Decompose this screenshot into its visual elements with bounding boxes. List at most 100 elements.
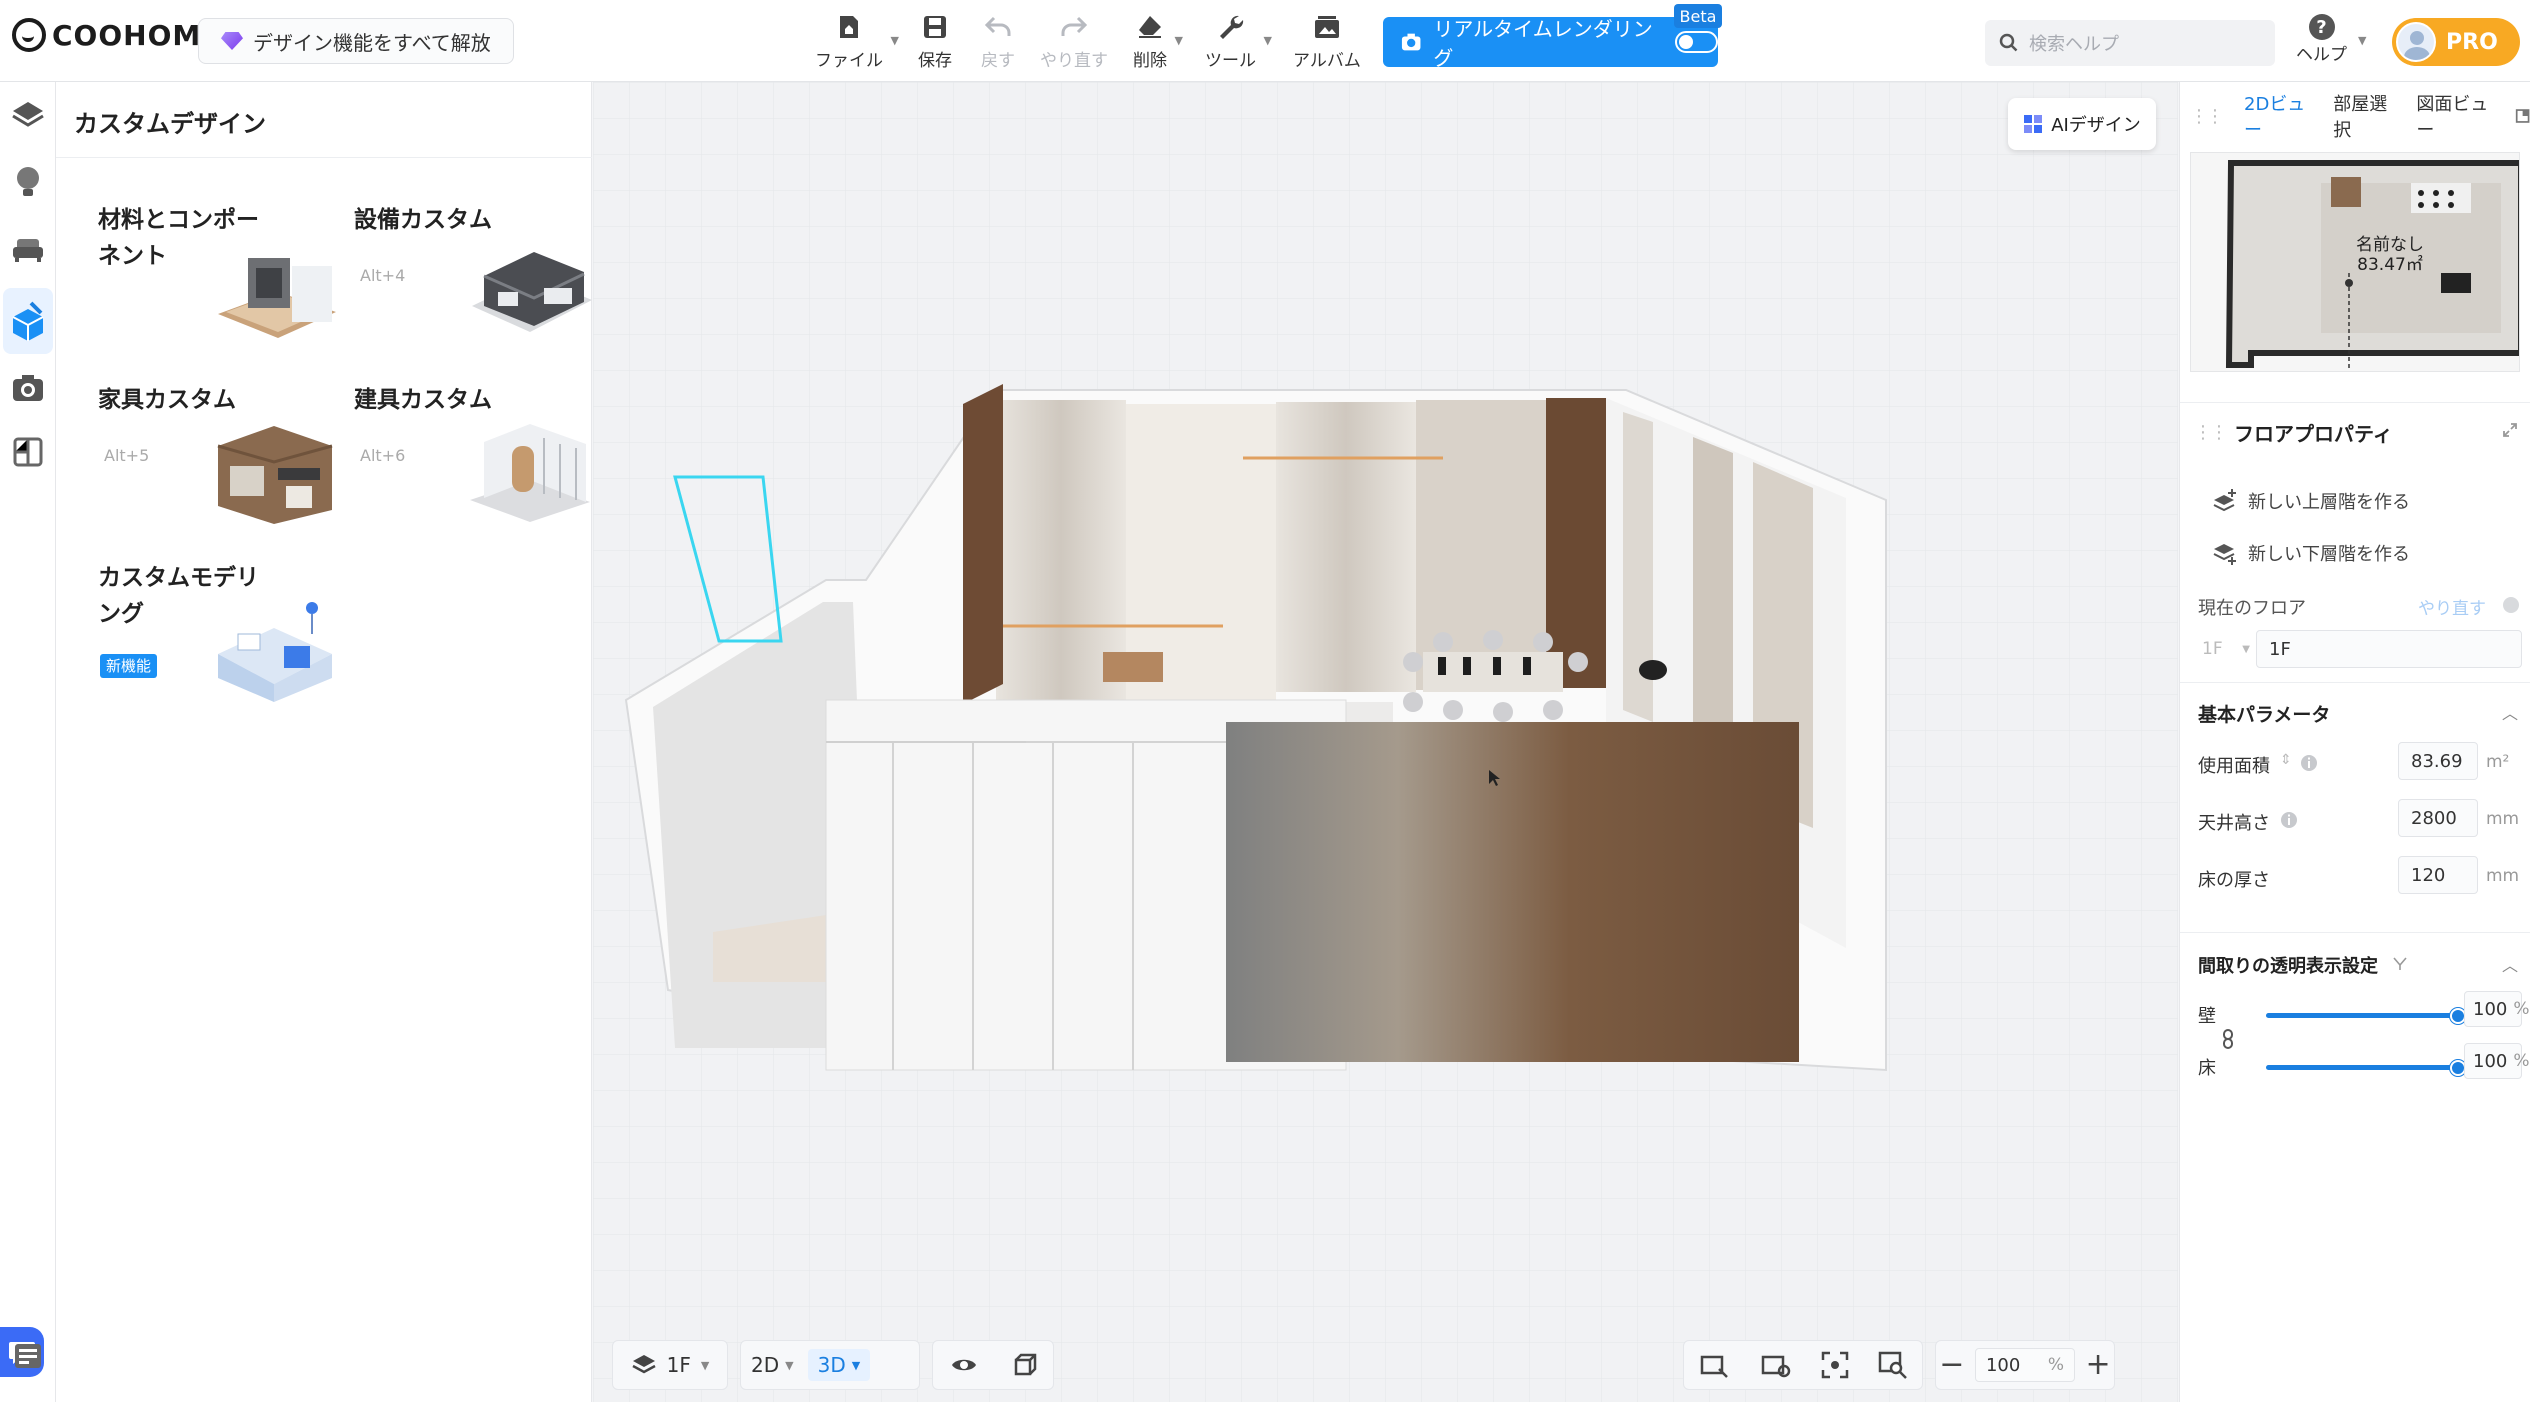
panel-list-icon [15, 1344, 41, 1368]
usable-area-input[interactable]: 83.69 [2398, 742, 2478, 780]
help-button[interactable]: ? ヘルプ [2296, 14, 2347, 65]
ai-design-label: AIデザイン [2051, 115, 2141, 136]
wall-transparency-input[interactable]: 100 % [2464, 991, 2530, 1027]
top-bar: COOHOM デザイン機能をすべて解放 ファイル ▼ 保存 戻す やり直す 削除 [0, 0, 2530, 82]
slider-label: 床 [2198, 1058, 2216, 1079]
divider [2180, 402, 2530, 403]
chevron-down-icon: ▼ [2242, 643, 2250, 655]
floor-transparency-slider[interactable] [2266, 1060, 2466, 1076]
zoom-input[interactable]: 100 % [1974, 1348, 2075, 1382]
modeling-thumbnail-icon [218, 602, 332, 702]
current-floor-redo-link[interactable]: やり直す [2418, 594, 2486, 619]
unlock-features-button[interactable]: デザイン機能をすべて解放 [198, 18, 514, 64]
rail-floorplan-button[interactable] [8, 94, 48, 134]
info-icon [2281, 812, 2297, 828]
album-button[interactable]: アルバム [1293, 12, 1361, 71]
wall-transparency-slider[interactable] [2266, 1008, 2466, 1024]
album-label: アルバム [1293, 51, 1361, 71]
eye-icon[interactable] [950, 1355, 978, 1375]
param-label: 天井高さ [2198, 813, 2270, 834]
file-menu-button[interactable]: ファイル ▼ [815, 12, 899, 71]
view-mode-switcher: 2D ▼ 3D ▼ [740, 1340, 920, 1390]
wood-partition-wall[interactable] [1226, 722, 1799, 1062]
wrench-icon [1216, 12, 1246, 42]
floor-thickness-input[interactable]: 120 [2398, 856, 2478, 894]
card-custom-modeling[interactable]: カスタムモデリング 新機能 [98, 560, 338, 730]
chevron-down-icon: ▼ [2358, 34, 2367, 47]
zoom-inspect-icon[interactable] [1878, 1351, 1908, 1379]
redo-button[interactable]: やり直す [1040, 12, 1108, 71]
param-label: 使用面積 [2198, 756, 2270, 777]
undo-label: 戻す [981, 51, 1015, 71]
tools-menu-button[interactable]: ツール ▼ [1205, 12, 1272, 71]
ceiling-height-input[interactable]: 2800 [2398, 799, 2478, 837]
fit-view-icon[interactable] [1699, 1351, 1731, 1379]
slider-value: 100 [2473, 998, 2508, 1020]
app-logo[interactable]: COOHOM [12, 18, 201, 52]
3d-viewport[interactable] [593, 82, 2178, 1402]
realtime-rendering-toggle[interactable] [1675, 31, 1718, 53]
current-floor-select-value: 1F [2202, 639, 2223, 659]
card-materials-components[interactable]: 材料とコンポーネント [98, 202, 338, 372]
tab-drawing-view[interactable]: 図面ビュー [2416, 90, 2492, 142]
collapse-chevron-icon[interactable]: ︿ [2502, 952, 2518, 976]
popout-icon[interactable] [2515, 107, 2530, 125]
new-upper-floor-button[interactable]: 新しい上層階を作る [2212, 488, 2410, 514]
param-unit: mm [2486, 866, 2520, 886]
zoom-out-button[interactable]: − [1939, 1350, 1964, 1380]
shortcut-hint: Alt+5 [104, 446, 150, 465]
realtime-rendering-button[interactable]: リアルタイムレンダリング [1383, 17, 1718, 70]
chevron-down-icon: ▼ [890, 34, 899, 47]
rail-custom-design-button[interactable] [3, 288, 53, 354]
card-equipment-custom[interactable]: 設備カスタム Alt+4 [354, 202, 594, 372]
help-search-placeholder: 検索ヘルプ [2029, 34, 2119, 55]
help-search-input[interactable]: 検索ヘルプ [1985, 20, 2275, 66]
new-lower-floor-button[interactable]: 新しい下層階を作る [2212, 540, 2410, 566]
current-floor-name-input[interactable]: 1F [2256, 630, 2522, 668]
cube-view-icon[interactable] [1011, 1352, 1037, 1378]
current-floor-label: 現在のフロア [2198, 598, 2306, 619]
camera-icon [13, 375, 43, 401]
chevron-down-icon: ▼ [1263, 34, 1272, 47]
view-3d-button[interactable]: 3D ▼ [807, 1349, 871, 1381]
tab-room-select[interactable]: 部屋選択 [2333, 90, 2394, 142]
pro-account-button[interactable]: PRO [2392, 18, 2520, 66]
zoom-in-button[interactable]: + [2086, 1350, 2111, 1380]
floor-switcher[interactable]: 1F ▼ [612, 1340, 728, 1390]
undo-button[interactable]: 戻す [981, 12, 1015, 71]
card-fittings-custom[interactable]: 建具カスタム Alt+6 [354, 382, 594, 552]
minimap-room-label: 名前なし 83.47㎡ [2356, 235, 2424, 275]
floorplan-minimap[interactable]: 名前なし 83.47㎡ [2190, 152, 2524, 372]
floor-transparency-input[interactable]: 100 % [2464, 1043, 2530, 1079]
save-icon [920, 12, 950, 42]
rail-lighting-button[interactable] [8, 162, 48, 202]
rail-render-button[interactable] [8, 368, 48, 408]
save-button[interactable]: 保存 [918, 12, 952, 71]
delete-label: 削除 [1133, 51, 1167, 71]
card-title: 家具カスタム [98, 387, 236, 413]
expand-icon[interactable] [2502, 422, 2518, 438]
card-furniture-custom[interactable]: 家具カスタム Alt+5 [98, 382, 338, 552]
tab-2d-view[interactable]: 2Dビュー [2244, 90, 2311, 142]
rail-settings-panel-button[interactable] [8, 1336, 48, 1376]
rotate-view-icon[interactable] [1760, 1351, 1792, 1379]
sofa-icon [13, 239, 43, 262]
rail-drawing-button[interactable] [8, 432, 48, 472]
shortcut-hint: Alt+4 [360, 266, 406, 285]
drag-handle-icon[interactable]: ⋮⋮ [2194, 422, 2228, 443]
filter-icon[interactable] [2392, 956, 2408, 972]
link-chain-icon[interactable] [2220, 1028, 2236, 1050]
3d-scene[interactable] [593, 82, 2178, 1402]
collapse-chevron-icon[interactable]: ︿ [2502, 700, 2518, 724]
ai-design-button[interactable]: AIデザイン [2008, 98, 2156, 150]
drag-handle-icon[interactable]: ⋮⋮ [2190, 106, 2224, 127]
layers-add-icon [2213, 489, 2236, 512]
rail-furniture-button[interactable] [8, 230, 48, 270]
slider-fill [2266, 1013, 2458, 1018]
delete-button[interactable]: 削除 ▼ [1133, 12, 1183, 71]
view-tabs: ⋮⋮ 2Dビュー 部屋選択 図面ビュー [2190, 90, 2530, 142]
zoom-controls: − 100 % + [1935, 1340, 2115, 1390]
focus-frame-icon[interactable] [1821, 1351, 1849, 1379]
view-2d-button[interactable]: 2D ▼ [751, 1353, 794, 1377]
current-floor-select[interactable]: 1F ▼ [2198, 630, 2254, 668]
